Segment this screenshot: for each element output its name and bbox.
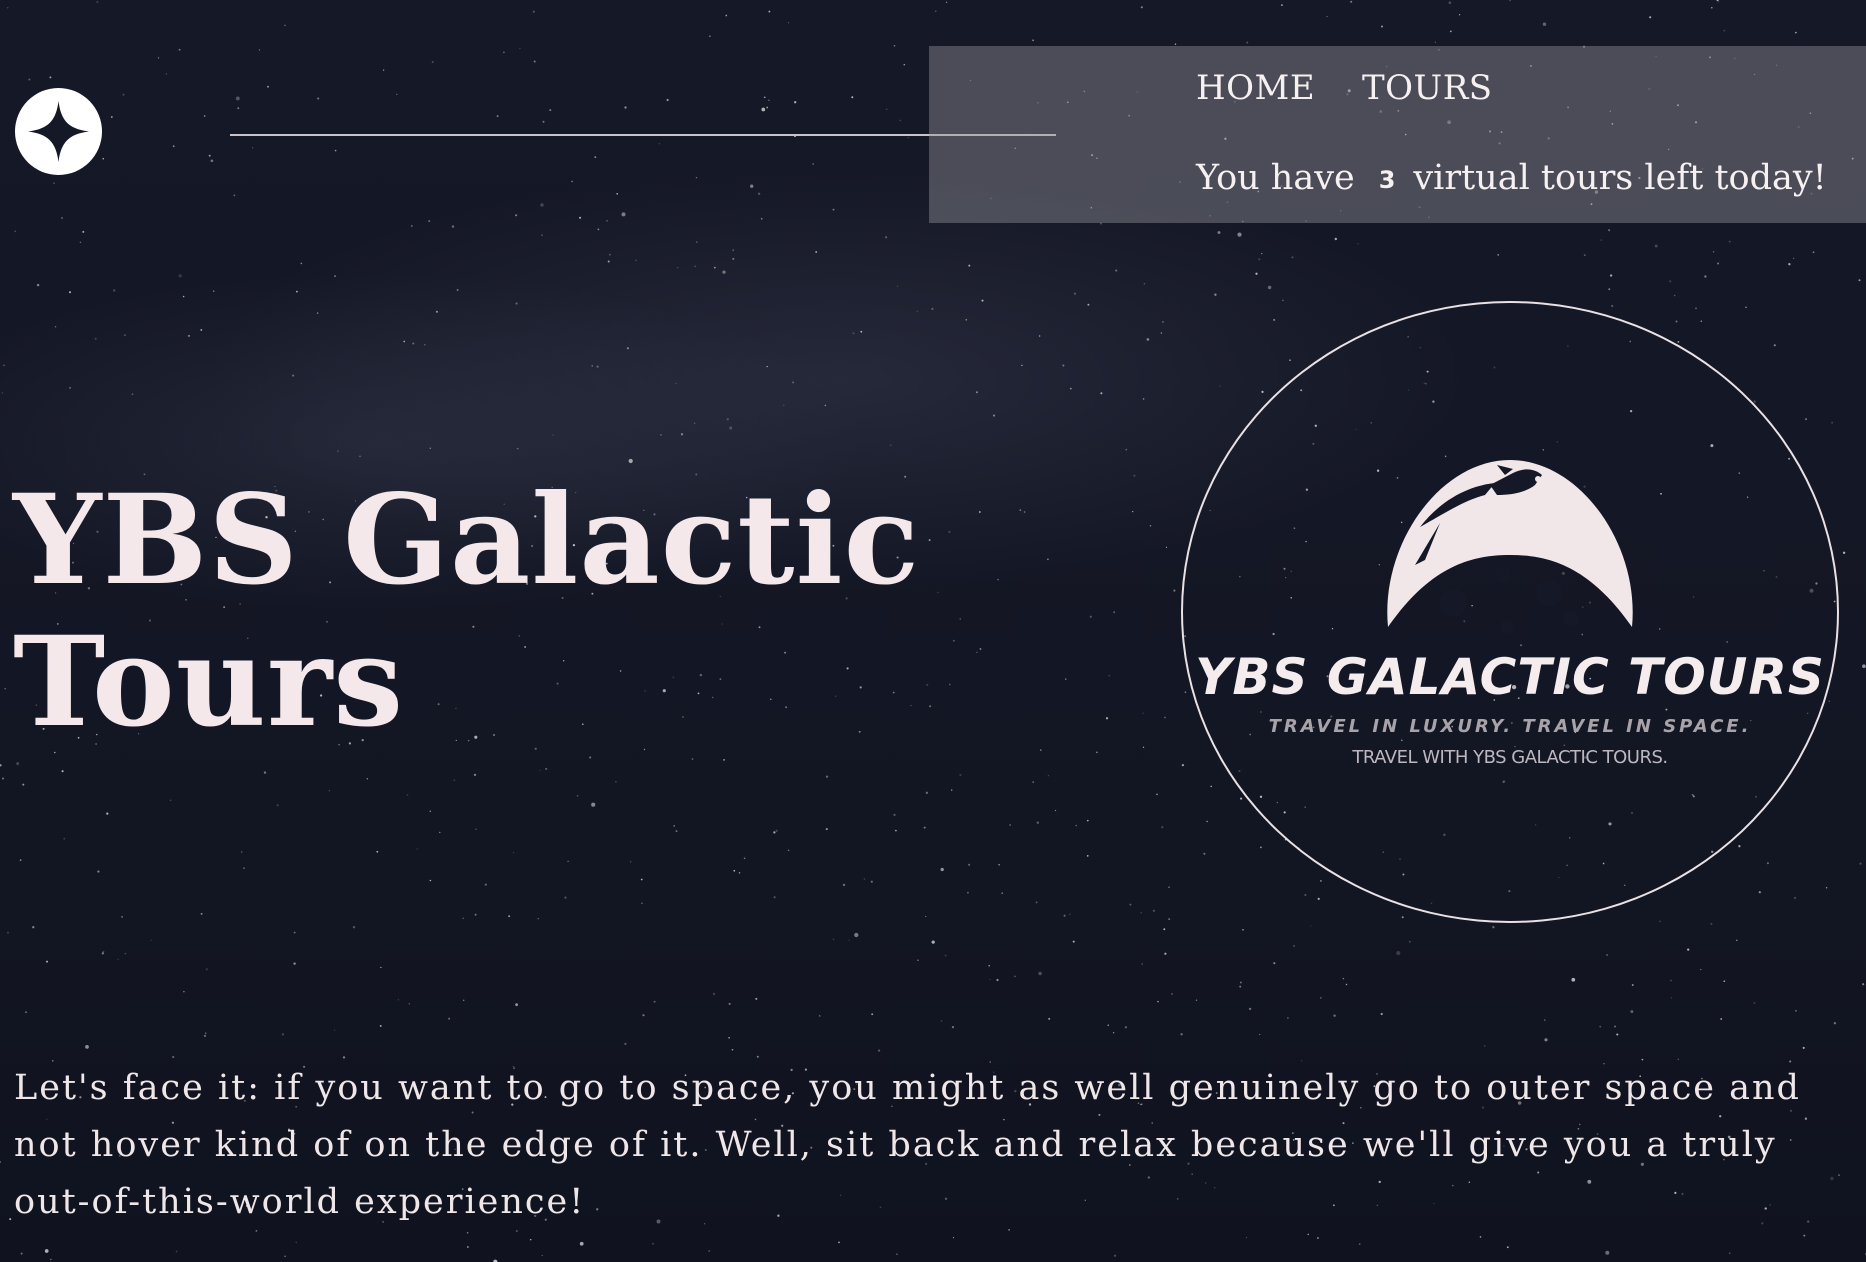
nav-link-tours[interactable]: TOURS [1362, 68, 1493, 108]
moon-rocket-icon [1387, 460, 1633, 634]
nav-link-home[interactable]: HOME [1196, 68, 1315, 108]
brand-logo-tagline-1: TRAVEL IN LUXURY. TRAVEL IN SPACE. [1268, 716, 1752, 737]
tours-left-message: You have 3 virtual tours left today! [1196, 158, 1827, 198]
intro-paragraph: Let's face it: if you want to go to spac… [14, 1068, 1801, 1222]
hero-title: YBS Galactic Tours [13, 470, 920, 754]
hero-title-line1: YBS Galactic [13, 468, 921, 613]
hero-title-line2: Tours [13, 610, 405, 755]
site-logo-star-icon[interactable] [15, 88, 102, 175]
tours-left-prefix: You have [1196, 158, 1355, 198]
tours-left-suffix: virtual tours left today! [1413, 158, 1827, 198]
tours-left-count: 3 [1378, 165, 1396, 194]
brand-logo-tagline-2: TRAVEL WITH YBS GALACTIC TOURS. [1352, 747, 1668, 768]
brand-logo-name: YBS GALACTIC TOURS [1195, 648, 1825, 706]
